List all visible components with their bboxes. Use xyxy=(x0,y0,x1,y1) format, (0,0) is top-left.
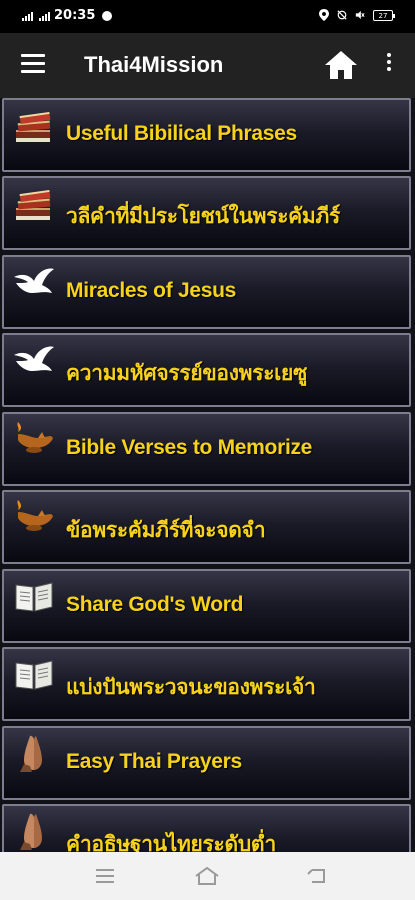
mute-icon xyxy=(355,10,365,20)
home-nav-icon[interactable] xyxy=(194,864,220,888)
system-nav-bar xyxy=(0,852,415,900)
status-bar-right: 27 xyxy=(319,9,395,21)
list-item-share-word-thai[interactable]: แบ่งปันพระวจนะของพระเจ้า xyxy=(2,647,411,721)
list-item-label: คำอธิษฐานไทยระดับต่ำ xyxy=(66,833,277,852)
status-bar: 20:35 27 xyxy=(0,0,415,33)
open-bible-icon xyxy=(15,582,53,612)
list-item-label: วลีคำที่มีประโยชน์ในพระคัมภีร์ xyxy=(66,205,340,228)
home-icon[interactable] xyxy=(324,50,358,80)
app-bar: Thai4Mission xyxy=(0,33,415,98)
list-item-label: แบ่งปันพระวจนะของพระเจ้า xyxy=(66,676,316,699)
list-item-useful-phrases-thai[interactable]: วลีคำที่มีประโยชน์ในพระคัมภีร์ xyxy=(2,176,411,250)
oil-lamp-icon xyxy=(17,500,53,531)
list-item-share-word[interactable]: Share God's Word xyxy=(2,569,411,643)
list-item-useful-phrases[interactable]: Useful Bibilical Phrases xyxy=(2,98,411,172)
open-bible-icon xyxy=(15,660,53,690)
alarm-off-icon xyxy=(337,10,347,20)
list-item-thai-prayers[interactable]: Easy Thai Prayers xyxy=(2,726,411,800)
dove-icon xyxy=(14,346,54,371)
books-icon xyxy=(16,111,51,142)
dove-icon xyxy=(14,268,54,293)
notification-icon xyxy=(102,10,113,21)
list-item-label: Miracles of Jesus xyxy=(66,279,236,302)
list-item-label: Share God's Word xyxy=(66,593,244,616)
list-item-miracles[interactable]: Miracles of Jesus xyxy=(2,255,411,329)
books-icon xyxy=(16,189,51,220)
oil-lamp-icon xyxy=(17,422,53,453)
praying-hands-icon xyxy=(20,735,42,772)
signal-2-icon xyxy=(39,11,50,21)
battery-icon: 27 xyxy=(373,9,395,21)
signal-icon xyxy=(22,11,33,21)
list-item-miracles-thai[interactable]: ความมหัศจรรย์ของพระเยซู xyxy=(2,333,411,407)
list-item-bible-verses-thai[interactable]: ข้อพระคัมภีร์ที่จะจดจำ xyxy=(2,490,411,564)
status-bar-left: 20:35 xyxy=(22,8,113,23)
list-item-label: Bible Verses to Memorize xyxy=(66,436,313,459)
list-item-label: Easy Thai Prayers xyxy=(66,750,242,773)
list-item-bible-verses[interactable]: Bible Verses to Memorize xyxy=(2,412,411,486)
location-icon xyxy=(319,9,329,21)
menu-list: Useful Bibilical Phrases วลีคำที่มีประโย… xyxy=(0,98,415,852)
list-item-thai-prayers-thai[interactable]: คำอธิษฐานไทยระดับต่ำ xyxy=(2,804,411,852)
list-item-label: ข้อพระคัมภีร์ที่จะจดจำ xyxy=(66,519,266,542)
status-time: 20:35 xyxy=(54,8,96,23)
more-options-icon[interactable] xyxy=(383,53,395,77)
list-item-label: ความมหัศจรรย์ของพระเยซู xyxy=(66,362,308,385)
recent-apps-icon[interactable] xyxy=(92,864,118,888)
praying-hands-icon xyxy=(20,813,42,850)
app-title: Thai4Mission xyxy=(84,52,224,77)
back-icon[interactable] xyxy=(304,864,330,888)
list-item-label: Useful Bibilical Phrases xyxy=(66,122,297,145)
hamburger-menu-icon[interactable] xyxy=(21,54,45,76)
